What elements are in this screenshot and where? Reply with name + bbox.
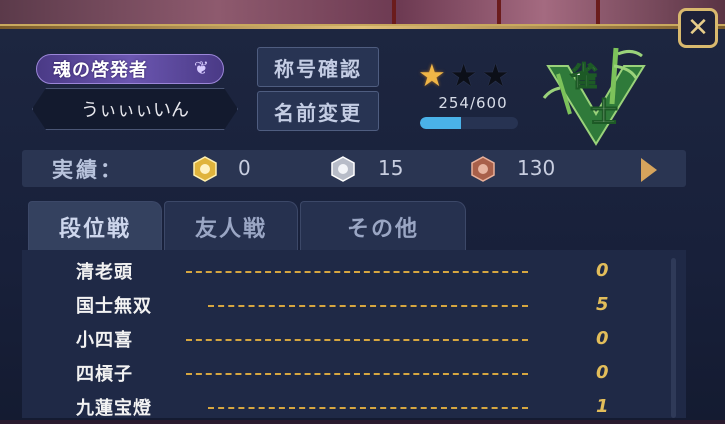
yakuman-list: 清老頭 0 国士無双 5 小四喜 0 四槓子 0 九蓮宝燈 1: [22, 250, 686, 419]
yaku-name: 四槓子: [76, 364, 133, 385]
silver-count: 15: [378, 156, 404, 180]
close-button[interactable]: ✕: [678, 8, 718, 48]
list-item: 小四喜 0: [22, 322, 686, 356]
yaku-count: 1: [596, 396, 609, 417]
rank-label-bottom: 士: [590, 96, 618, 129]
list-item: 四槓子 0: [22, 356, 686, 390]
yaku-name: 国士無双: [76, 296, 152, 317]
gold-medal-icon: [193, 156, 217, 182]
leader-line: [208, 305, 528, 307]
tab-ranked[interactable]: 段位戦: [28, 201, 162, 251]
rank-progress-fill: [420, 117, 462, 129]
change-name-button[interactable]: 名前変更: [257, 91, 379, 131]
wing-icon: ❦: [193, 58, 209, 79]
yaku-name: 小四喜: [76, 330, 133, 351]
close-icon: ✕: [687, 13, 709, 43]
yaku-count: 0: [596, 362, 609, 383]
next-arrow-icon[interactable]: [641, 158, 657, 182]
bamboo-rank-emblem: 雀 士: [542, 47, 646, 146]
title-badge-text: 魂の啓発者: [53, 60, 148, 81]
confirm-title-button[interactable]: 称号確認: [257, 47, 379, 87]
list-item: 国士無双 5: [22, 288, 686, 322]
gold-count: 0: [238, 156, 251, 180]
frame-post: [596, 0, 600, 26]
yaku-count: 0: [596, 328, 609, 349]
player-name: うぃぃぃいん: [32, 88, 238, 130]
list-item: 九蓮宝燈 1: [22, 390, 686, 424]
rank-points: 254/600: [438, 94, 508, 112]
leader-line: [186, 271, 528, 273]
silver-medal-icon: [331, 156, 355, 182]
yaku-name: 清老頭: [76, 262, 133, 283]
bronze-count: 130: [517, 156, 556, 180]
star-icon: ★: [449, 58, 478, 94]
tab-friendly[interactable]: 友人戦: [164, 201, 298, 251]
tab-other[interactable]: その他: [300, 201, 466, 251]
list-scrollbar[interactable]: [671, 258, 676, 418]
list-item: 清老頭 0: [22, 254, 686, 288]
frame-post: [392, 0, 396, 26]
achievements-bar: 実績： 0 15 130: [22, 150, 686, 187]
star-icon: ★: [418, 58, 446, 94]
rank-label-top: 雀: [570, 60, 598, 93]
yaku-count: 0: [596, 260, 609, 281]
rank-progress-bar: [420, 117, 518, 129]
yaku-count: 5: [596, 294, 609, 315]
achievements-label: 実績：: [52, 158, 124, 182]
bronze-medal-icon: [471, 156, 495, 182]
frame-post: [497, 0, 501, 26]
leader-line: [186, 339, 528, 341]
star-icon: ★: [481, 58, 510, 94]
leader-line: [186, 373, 528, 375]
leader-line: [208, 407, 528, 409]
yaku-name: 九蓮宝燈: [76, 398, 152, 419]
rank-stars: ★ ★ ★: [418, 60, 509, 92]
title-badge: 魂の啓発者 ❦: [36, 54, 224, 84]
